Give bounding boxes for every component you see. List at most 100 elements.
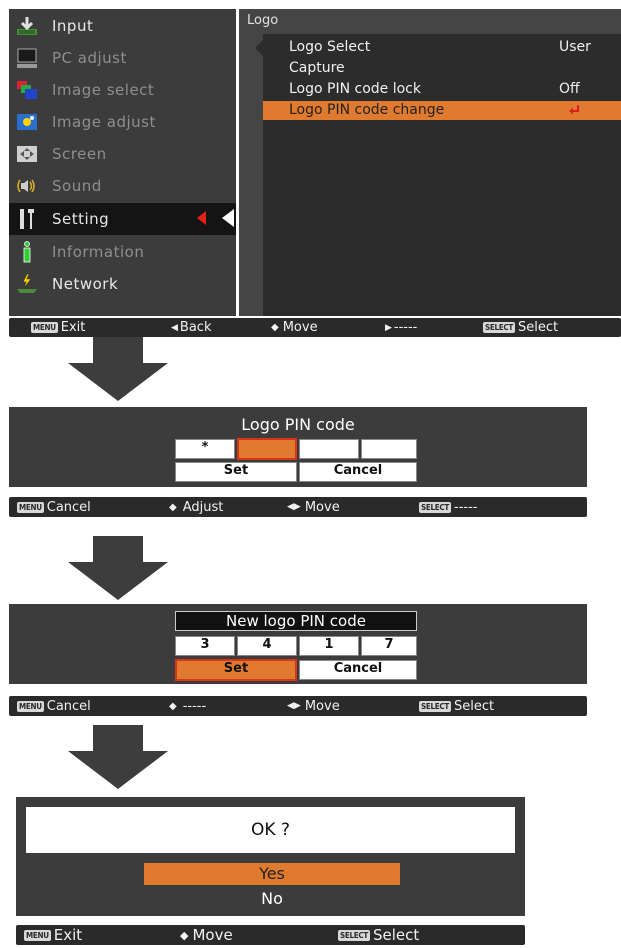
select-label: Select	[454, 698, 495, 714]
adjust-hint: ◆ -----	[169, 699, 206, 714]
select-key-icon: SELECT	[419, 501, 451, 513]
left-triangle-icon: ◀	[171, 322, 178, 333]
submenu-panel: Logo Logo Select User Capture Logo PIN c…	[239, 9, 621, 316]
cancel-hint[interactable]: MENU Cancel	[17, 500, 91, 515]
menu-item-input[interactable]: Input	[9, 11, 236, 41]
red-pointer-icon	[197, 211, 206, 225]
enter-icon	[569, 105, 579, 115]
select-hint[interactable]: SELECT -----	[419, 500, 477, 515]
image-adjust-icon	[14, 111, 40, 133]
move-hint: ◀▶ Move	[287, 500, 340, 515]
confirm-message-box: OK ?	[26, 807, 515, 853]
select-hint[interactable]: SELECT Select	[338, 926, 419, 944]
menu-key-icon: MENU	[17, 501, 44, 513]
new-pin-code-dialog: New logo PIN code 3 4 1 7 Set Cancel	[9, 604, 587, 684]
submenu-title: Logo	[247, 13, 279, 28]
menu-screen: Input PC adjust Image select Image adjus…	[9, 9, 621, 339]
up-down-icon: ◆	[271, 322, 279, 333]
menu-item-information[interactable]: Information	[9, 237, 236, 267]
main-menu: Input PC adjust Image select Image adjus…	[9, 9, 236, 316]
menu-item-image-adjust[interactable]: Image adjust	[9, 107, 236, 137]
submenu-row-value: Off	[559, 81, 580, 97]
submenu-row-logo-select[interactable]: Logo Select User	[263, 38, 621, 57]
screen-icon	[14, 143, 40, 165]
set-button[interactable]: Set	[175, 462, 297, 482]
pin-digit-3[interactable]	[299, 439, 359, 459]
adjust-hint: ◆ Adjust	[169, 500, 223, 515]
exit-hint[interactable]: MENU Exit	[24, 926, 82, 944]
menu-item-setting[interactable]: Setting	[9, 203, 236, 235]
menu-key-icon: MENU	[24, 929, 51, 941]
menu-item-label: Input	[52, 17, 94, 35]
move-label: Move	[304, 499, 340, 515]
menu-key-icon: MENU	[17, 700, 44, 712]
nav-bar: MENU Cancel ◆ ----- ◀▶ Move SELECT Select	[9, 696, 587, 716]
yes-button[interactable]: Yes	[144, 863, 400, 885]
submenu-row-label: Capture	[289, 60, 345, 76]
submenu-row-label: Logo PIN code lock	[289, 81, 421, 97]
submenu-row-capture[interactable]: Capture	[263, 59, 621, 78]
submenu-row-label: Logo Select	[289, 39, 371, 55]
menu-item-label: Image select	[52, 81, 155, 99]
pin-digit-2[interactable]: 4	[237, 636, 297, 656]
pin-digit-1[interactable]: 3	[175, 636, 235, 656]
submenu-row-label: Logo PIN code change	[289, 102, 445, 118]
select-key-icon: SELECT	[483, 322, 515, 333]
select-hint[interactable]: SELECT Select	[419, 699, 494, 714]
submenu-row-pin-change[interactable]: Logo PIN code change	[263, 101, 621, 120]
no-button[interactable]: No	[144, 888, 400, 910]
next-label: -----	[393, 320, 418, 335]
exit-hint[interactable]: MENU Exit	[31, 320, 85, 335]
pin-digit-4[interactable]	[361, 439, 417, 459]
move-hint: ◆ Move	[180, 926, 233, 944]
down-arrow-icon	[68, 536, 168, 600]
submenu-row-value: User	[559, 39, 591, 55]
up-down-icon: ◆	[180, 928, 189, 942]
menu-key-icon: MENU	[31, 322, 58, 333]
cancel-button[interactable]: Cancel	[299, 660, 417, 680]
menu-item-label: Network	[52, 275, 119, 293]
exit-label: Exit	[60, 320, 86, 335]
select-label: -----	[454, 499, 478, 515]
menu-item-pc-adjust[interactable]: PC adjust	[9, 43, 236, 73]
menu-item-image-select[interactable]: Image select	[9, 75, 236, 105]
adjust-label: Adjust	[182, 499, 224, 515]
image-select-icon	[14, 79, 40, 101]
move-label: Move	[282, 320, 318, 335]
up-down-icon: ◆	[169, 700, 177, 712]
menu-item-label: Setting	[52, 210, 110, 228]
menu-item-label: Sound	[52, 177, 102, 195]
selection-pointer-icon	[222, 209, 234, 227]
input-icon	[14, 15, 40, 37]
move-hint: ◆ Move	[271, 320, 318, 335]
select-hint[interactable]: SELECT Select	[483, 320, 558, 335]
pc-adjust-icon	[14, 47, 40, 69]
move-label: Move	[192, 926, 233, 944]
select-key-icon: SELECT	[338, 929, 370, 941]
cancel-label: Cancel	[46, 499, 91, 515]
cancel-hint[interactable]: MENU Cancel	[17, 699, 91, 714]
menu-item-label: Image adjust	[52, 113, 156, 131]
nav-bar: MENU Exit ◆ Move SELECT Select	[16, 925, 525, 945]
pin-digit-3[interactable]: 1	[299, 636, 359, 656]
set-button[interactable]: Set	[175, 659, 297, 681]
submenu-row-pin-lock[interactable]: Logo PIN code lock Off	[263, 80, 621, 99]
menu-item-sound[interactable]: Sound	[9, 171, 236, 201]
menu-item-network[interactable]: Network	[9, 269, 236, 299]
pin-dialog-title: Logo PIN code	[241, 415, 355, 434]
sound-icon	[14, 175, 40, 197]
menu-item-label: Information	[52, 243, 145, 261]
back-hint[interactable]: ◀ Back	[171, 320, 211, 335]
pin-digit-2[interactable]	[237, 438, 297, 460]
back-label: Back	[179, 320, 212, 335]
cancel-button[interactable]: Cancel	[299, 462, 417, 482]
information-icon	[14, 241, 40, 263]
cancel-label: Cancel	[46, 698, 91, 714]
move-hint: ◀▶ Move	[287, 699, 340, 714]
nav-bar: MENU Cancel ◆ Adjust ◀▶ Move SELECT -----	[9, 497, 587, 517]
pin-digit-1[interactable]: *	[175, 439, 235, 459]
menu-item-screen[interactable]: Screen	[9, 139, 236, 169]
menu-item-label: PC adjust	[52, 49, 127, 67]
select-label: Select	[518, 320, 559, 335]
pin-digit-4[interactable]: 7	[361, 636, 417, 656]
